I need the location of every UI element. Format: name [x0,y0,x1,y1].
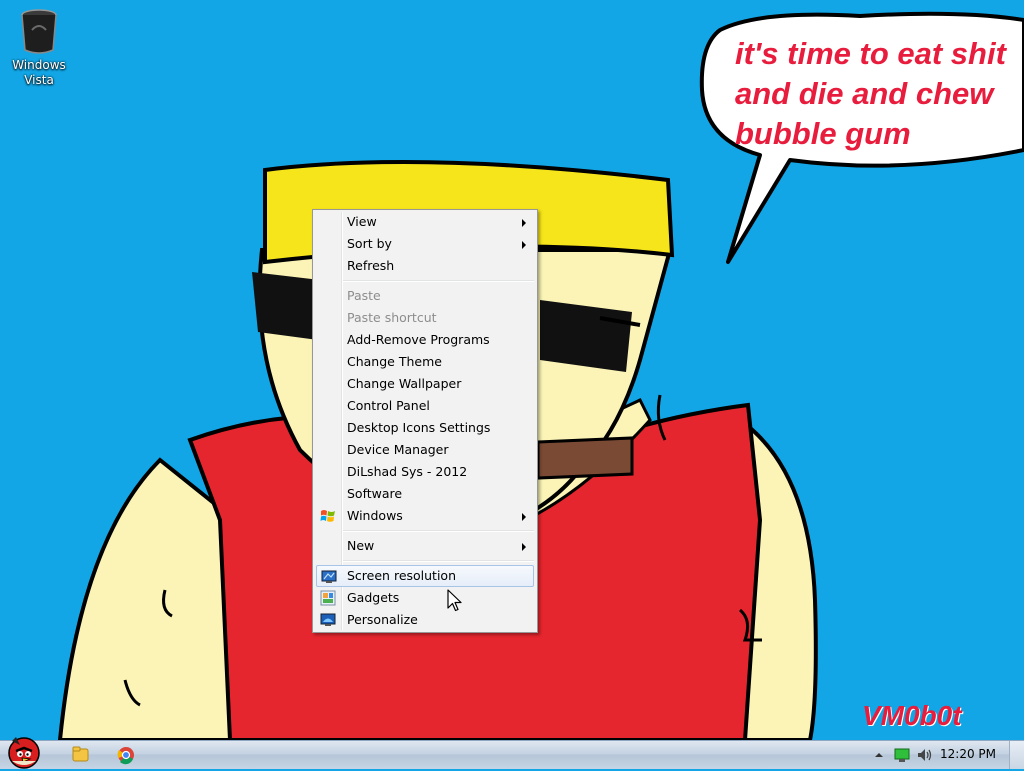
menu-item-label: New [347,538,375,553]
speech-line-2: and die and chew [735,76,994,111]
menu-item-sort-by[interactable]: Sort by [316,233,534,255]
menu-item-label: Paste [347,288,381,303]
submenu-arrow-icon [522,513,526,521]
menu-item-label: Control Panel [347,398,430,413]
desktop-context-menu: View Sort by Refresh Paste Paste shortcut Add… [312,209,538,633]
personalize-icon [320,613,336,626]
menu-item-label: Refresh [347,258,395,273]
clock[interactable]: 12:20 PM [940,747,996,761]
menu-item-windows[interactable]: Windows [316,505,534,527]
menu-item-desktop-icons-settings[interactable]: Desktop Icons Settings [316,417,534,439]
menu-item-device-manager[interactable]: Device Manager [316,439,534,461]
menu-item-control-panel[interactable]: Control Panel [316,395,534,417]
screen-resolution-icon [321,570,337,583]
menu-item-label: Windows [347,508,403,523]
windows-logo-icon [320,510,335,522]
mouse-cursor-icon [447,589,462,612]
taskbar: 12:20 PM [0,737,1024,769]
menu-item-paste: Paste [316,285,534,307]
menu-separator [343,280,534,282]
menu-item-label: Screen resolution [347,568,457,583]
wallpaper-signature: VM0b0t [862,700,962,731]
menu-item-change-wallpaper[interactable]: Change Wallpaper [316,373,534,395]
submenu-arrow-icon [522,543,526,551]
submenu-arrow-icon [522,219,526,227]
menu-item-screen-resolution[interactable]: Screen resolution [316,565,534,587]
system-tray: 12:20 PM [854,741,1024,769]
angry-bird-start-icon[interactable] [2,731,46,769]
menu-item-label: Personalize [347,612,418,627]
menu-item-new[interactable]: New [316,535,534,557]
show-desktop-button[interactable] [1009,741,1024,769]
menu-item-software[interactable]: Software [316,483,534,505]
menu-item-label: Paste shortcut [347,310,437,325]
menu-item-change-theme[interactable]: Change Theme [316,351,534,373]
menu-item-view[interactable]: View [316,211,534,233]
chrome-icon [117,747,134,765]
explorer-folder-icon [72,746,89,762]
menu-item-add-remove-programs[interactable]: Add-Remove Programs [316,329,534,351]
menu-separator [343,530,534,532]
menu-item-label: Desktop Icons Settings [347,420,491,435]
menu-item-label: Add-Remove Programs [347,332,490,347]
menu-item-label: Change Theme [347,354,442,369]
menu-item-label: Change Wallpaper [347,376,462,391]
volume-icon[interactable] [916,747,934,763]
menu-item-gadgets[interactable]: Gadgets [316,587,534,609]
menu-item-dilshad-sys-2012[interactable]: DiLshad Sys - 2012 [316,461,534,483]
menu-item-label: View [347,214,377,229]
desktop-icon-recycle-bin[interactable]: Windows Vista [6,6,72,88]
speech-line-3: bubble gum [735,116,911,151]
recycle-bin-icon [21,9,57,54]
menu-item-label: Device Manager [347,442,449,457]
menu-separator [343,560,534,562]
taskbar-pinned-explorer[interactable] [60,743,100,767]
submenu-arrow-icon [522,241,526,249]
network-icon[interactable] [894,747,910,763]
menu-item-refresh[interactable]: Refresh [316,255,534,277]
menu-item-personalize[interactable]: Personalize [316,609,534,631]
speech-bubble-text: it's time to eat shit and die and chew b… [735,34,1024,154]
gadgets-icon [320,590,336,606]
show-hidden-icons-icon[interactable] [874,750,884,760]
menu-item-label: Gadgets [347,590,400,605]
speech-line-1: it's time to eat shit [735,36,1006,71]
menu-item-label: Sort by [347,236,392,251]
desktop-icon-label: Windows Vista [12,58,66,87]
menu-item-label: Software [347,486,403,501]
menu-item-label: DiLshad Sys - 2012 [347,464,468,479]
taskbar-pinned-chrome[interactable] [106,743,146,767]
menu-item-paste-shortcut: Paste shortcut [316,307,534,329]
